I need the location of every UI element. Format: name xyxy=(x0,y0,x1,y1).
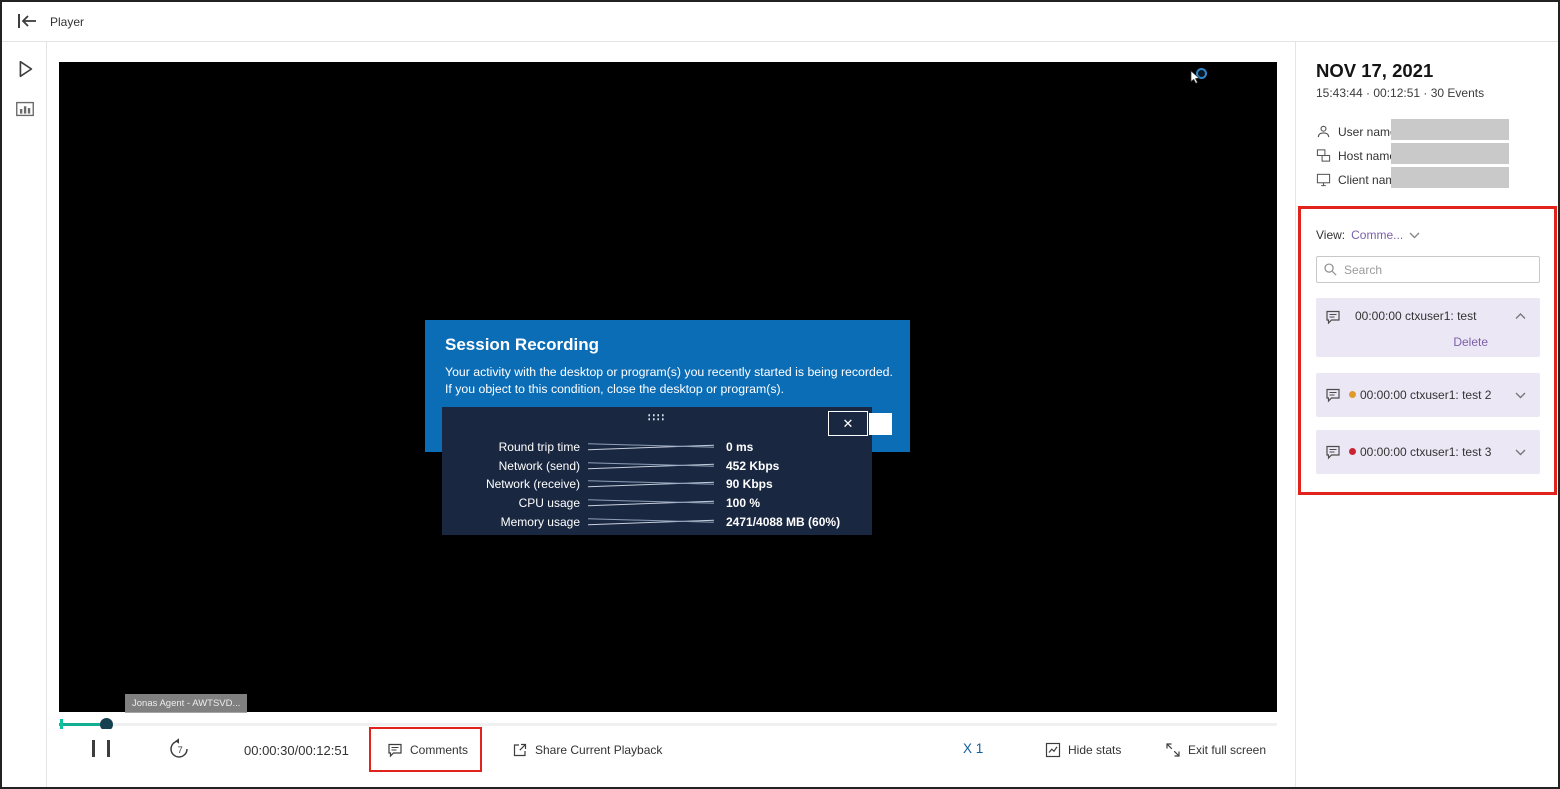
severity-dot-orange xyxy=(1349,391,1356,398)
event-marker[interactable] xyxy=(60,719,63,729)
host-icon xyxy=(1316,148,1331,163)
stat-sparkline xyxy=(588,479,714,489)
chevron-up-icon[interactable] xyxy=(1515,313,1526,320)
session-stats-overlay: ∷∷ ✕ Round trip time 0 ms Network (send)… xyxy=(442,407,872,535)
stat-row: CPU usage 100 % xyxy=(442,494,872,513)
recording-date: NOV 17, 2021 xyxy=(1316,60,1433,82)
stat-value: 100 % xyxy=(726,496,760,510)
playback-time: 00:00:30/00:12:51 xyxy=(244,743,349,758)
dialog-title: Session Recording xyxy=(445,335,890,355)
comment-item[interactable]: 00:00:00 ctxuser1: test Delete xyxy=(1316,298,1540,357)
stat-value: 452 Kbps xyxy=(726,459,779,473)
chevron-down-icon[interactable] xyxy=(1409,232,1420,239)
comment-search xyxy=(1316,256,1540,283)
stat-row: Network (receive) 90 Kbps xyxy=(442,475,872,494)
monitor-icon xyxy=(1316,172,1331,187)
comment-bubble-icon xyxy=(1325,387,1341,403)
stat-label: Memory usage xyxy=(442,515,580,529)
hide-stats-button[interactable]: Hide stats xyxy=(1045,742,1121,758)
stats-rows: Round trip time 0 ms Network (send) 452 … xyxy=(442,438,872,531)
stat-sparkline xyxy=(588,461,714,471)
comment-item[interactable]: 00:00:00 ctxuser1: test 3 xyxy=(1316,430,1540,474)
events-stats-view-button[interactable] xyxy=(12,98,37,123)
view-dropdown[interactable]: Comme... xyxy=(1351,228,1403,242)
comments-button[interactable]: Comments xyxy=(387,742,468,758)
top-bar: Player xyxy=(2,2,1558,42)
playback-controls: 7 00:00:30/00:12:51 Comments Share Curre… xyxy=(47,729,1295,775)
user-name-row: User name: xyxy=(1316,121,1400,142)
comment-text: 00:00:00 ctxuser1: test xyxy=(1355,309,1476,323)
chevron-down-icon[interactable] xyxy=(1515,449,1526,456)
back-button[interactable] xyxy=(14,11,40,33)
back-arrow-icon xyxy=(15,19,39,34)
hide-stats-label: Hide stats xyxy=(1068,743,1121,757)
exit-full-screen-label: Exit full screen xyxy=(1188,743,1266,757)
chevron-down-icon[interactable] xyxy=(1515,392,1526,399)
search-icon xyxy=(1323,262,1338,277)
mouse-cursor-icon xyxy=(1190,70,1202,84)
exit-full-screen-button[interactable]: Exit full screen xyxy=(1165,742,1266,758)
stat-row: Memory usage 2471/4088 MB (60%) xyxy=(442,512,872,531)
pause-button[interactable] xyxy=(92,739,110,757)
user-icon xyxy=(1316,124,1331,139)
share-label: Share Current Playback xyxy=(535,743,662,757)
stat-value: 90 Kbps xyxy=(726,477,773,491)
stat-label: Network (receive) xyxy=(442,477,580,491)
client-name-row: Client name xyxy=(1316,169,1402,190)
stat-value: 2471/4088 MB (60%) xyxy=(726,515,840,529)
svg-text:7: 7 xyxy=(178,745,183,756)
session-info-panel: NOV 17, 2021 15:43:44 · 00:12:51 · 30 Ev… xyxy=(1295,42,1558,787)
session-recording-player-window: Player Session Recording Your activity w… xyxy=(0,0,1560,789)
dialog-button-fragment xyxy=(869,413,892,435)
severity-dot-red xyxy=(1349,448,1356,455)
video-playback-area[interactable]: Session Recording Your activity with the… xyxy=(59,62,1277,712)
comment-bubble-icon xyxy=(387,742,403,758)
comment-bubble-icon xyxy=(1325,309,1341,325)
stat-row: Network (send) 452 Kbps xyxy=(442,457,872,476)
dialog-body-text: Your activity with the desktop or progra… xyxy=(445,364,893,399)
host-name-row: Host name: xyxy=(1316,145,1399,166)
comments-label: Comments xyxy=(410,743,468,757)
stats-chart-icon xyxy=(1045,742,1061,758)
stat-label: Round trip time xyxy=(442,440,580,454)
comment-bubble-icon xyxy=(1325,444,1341,460)
playback-speed-button[interactable]: X 1 xyxy=(963,741,983,756)
host-name-value-redacted xyxy=(1391,143,1509,164)
stat-row: Round trip time 0 ms xyxy=(442,438,872,457)
rewind-icon: 7 xyxy=(167,737,191,761)
search-input[interactable] xyxy=(1316,256,1540,283)
agent-name-badge: Jonas Agent - AWTSVD... xyxy=(125,694,247,713)
stats-close-button[interactable]: ✕ xyxy=(828,411,868,436)
stat-sparkline xyxy=(588,442,714,452)
view-label: View: xyxy=(1316,228,1345,242)
pause-icon xyxy=(92,740,95,757)
stat-value: 0 ms xyxy=(726,440,753,454)
bar-chart-icon xyxy=(14,108,36,123)
seek-track[interactable] xyxy=(59,723,1277,726)
comment-text: 00:00:00 ctxuser1: test 2 xyxy=(1360,388,1491,402)
left-rail xyxy=(2,42,47,787)
recording-pointer xyxy=(1187,64,1213,90)
play-icon xyxy=(14,68,36,83)
exit-fullscreen-icon xyxy=(1165,742,1181,758)
drag-handle[interactable]: ∷∷ xyxy=(442,411,872,424)
view-selector-row: View: Comme... xyxy=(1316,228,1420,242)
stat-sparkline xyxy=(588,517,714,527)
stat-label: Network (send) xyxy=(442,459,580,473)
client-name-value-redacted xyxy=(1391,167,1509,188)
stat-label: CPU usage xyxy=(442,496,580,510)
share-playback-button[interactable]: Share Current Playback xyxy=(512,742,662,758)
recording-meta: 15:43:44 · 00:12:51 · 30 Events xyxy=(1316,86,1484,100)
rewind-7s-button[interactable]: 7 xyxy=(167,737,191,761)
comment-item[interactable]: 00:00:00 ctxuser1: test 2 xyxy=(1316,373,1540,417)
delete-comment-button[interactable]: Delete xyxy=(1453,335,1488,349)
comment-text: 00:00:00 ctxuser1: test 3 xyxy=(1360,445,1491,459)
user-name-value-redacted xyxy=(1391,119,1509,140)
page-title: Player xyxy=(50,15,84,29)
stat-sparkline xyxy=(588,498,714,508)
share-icon xyxy=(512,742,528,758)
play-view-button[interactable] xyxy=(12,58,37,83)
